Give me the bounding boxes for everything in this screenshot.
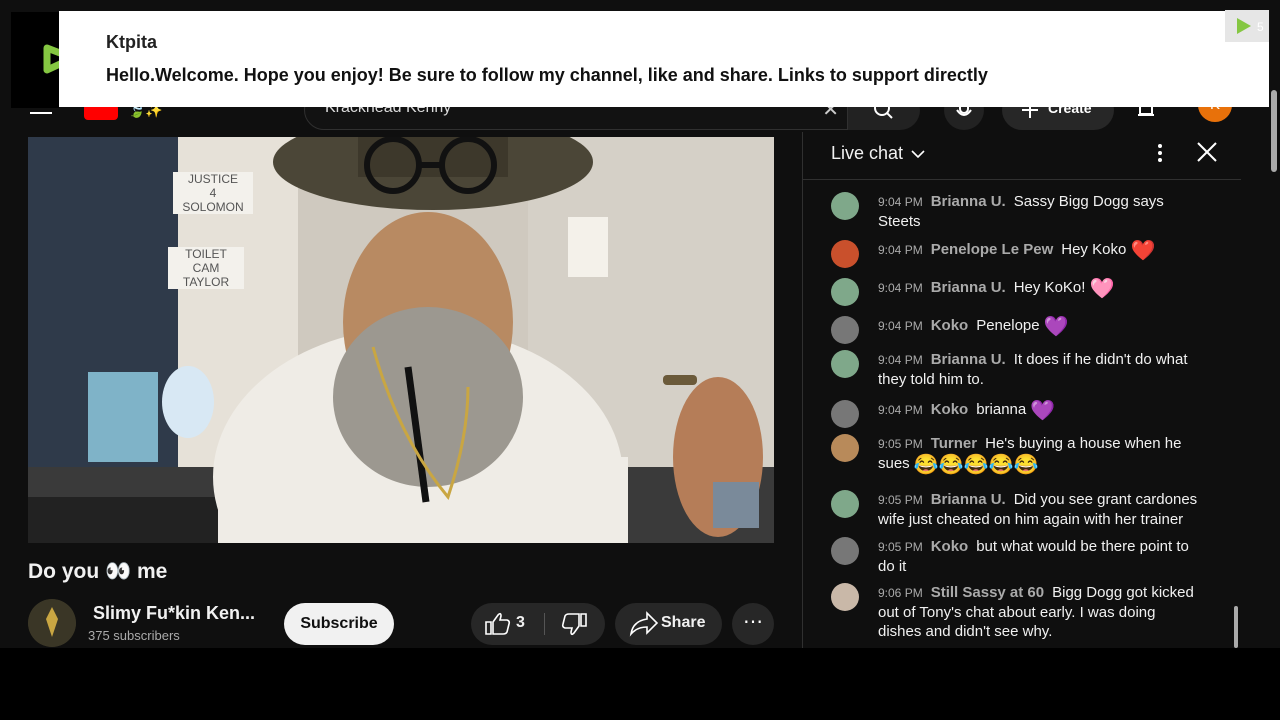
chat-text: Penelope [976, 317, 1040, 334]
chat-avatar[interactable] [831, 400, 859, 428]
thumbs-down-icon[interactable] [559, 603, 589, 645]
chat-author[interactable]: Brianna U. [931, 351, 1006, 368]
chat-author[interactable]: Still Sassy at 60 [931, 584, 1044, 601]
channel-avatar[interactable] [28, 599, 76, 647]
chat-author[interactable]: Brianna U. [931, 491, 1006, 508]
chat-message: 9:04 PM Penelope Le Pew Hey Koko ❤️ [831, 240, 1201, 268]
chat-avatar[interactable] [831, 350, 859, 378]
chat-emoji: 🩷 [1089, 278, 1115, 300]
chat-message: 9:04 PM Brianna U. Sassy Bigg Dogg says St… [831, 192, 1201, 231]
chat-timestamp: 9:04 PM [878, 281, 923, 295]
chat-author[interactable]: Brianna U. [931, 279, 1006, 296]
thumbs-up-icon[interactable] [483, 603, 513, 645]
chat-timestamp: 9:06 PM [878, 586, 923, 600]
notification-message: Hello.Welcome. Hope you enjoy! Be sure t… [106, 65, 988, 85]
chat-avatar[interactable] [831, 316, 859, 344]
chat-message: 9:05 PM Koko but what would be there point… [831, 537, 1201, 576]
chat-emoji: 💜 [1043, 316, 1069, 338]
chat-emoji: 💜 [1030, 400, 1056, 422]
like-dislike-bar: 3 [471, 603, 605, 645]
chat-timestamp: 9:04 PM [878, 195, 923, 209]
notification-sender: Ktpita [106, 32, 157, 52]
chat-message: 9:05 PM Brianna U. Did you see grant cardo… [831, 490, 1201, 529]
subscribe-button[interactable]: Subscribe [284, 603, 394, 645]
chat-scrollbar[interactable] [1234, 606, 1238, 648]
chat-author[interactable]: Penelope Le Pew [931, 241, 1054, 258]
video-frame [28, 137, 774, 543]
page-scrollbar[interactable] [1268, 76, 1280, 648]
chat-emoji: 😂😂😂😂😂 [913, 454, 1039, 476]
live-chat-panel: Live chat 9:04 PM Brianna U. Sassy Bigg Do… [802, 132, 1241, 648]
chat-author[interactable]: Koko [931, 317, 969, 334]
rumble-corner-text: 5 [1257, 20, 1264, 34]
rumble-corner-icon: 5 [1225, 10, 1269, 42]
chat-avatar[interactable] [831, 240, 859, 268]
chat-text: Hey Koko [1061, 241, 1127, 258]
channel-name[interactable]: Slimy Fu*kin Ken... [93, 603, 255, 624]
chat-text: Did you see grant cardones wife just che… [878, 491, 1198, 528]
chat-menu-icon[interactable] [1152, 142, 1168, 166]
screen: 🍃✨ Krackhead Kenny ✕ Create K [0, 0, 1280, 720]
chat-avatar[interactable] [831, 537, 859, 565]
chat-timestamp: 9:04 PM [878, 243, 923, 257]
chat-avatar[interactable] [831, 583, 859, 611]
chat-timestamp: 9:05 PM [878, 437, 923, 451]
chat-message: 9:04 PM Brianna U. Hey KoKo! 🩷 [831, 278, 1201, 306]
share-label: Share [661, 614, 706, 631]
chat-message: 9:04 PM Koko brianna 💜 [831, 400, 1201, 428]
chat-author[interactable]: Turner [931, 435, 977, 452]
chat-author[interactable]: Brianna U. [931, 193, 1006, 210]
like-divider [544, 613, 545, 635]
share-icon [629, 611, 659, 637]
video-title: Do you 👀 me [28, 560, 168, 583]
close-icon[interactable] [1195, 140, 1219, 164]
subscriber-count: 375 subscribers [88, 628, 180, 643]
chat-text: but what would be there point to do it [878, 538, 1189, 575]
chat-emoji: ❤️ [1130, 240, 1156, 262]
chat-text: brianna [976, 401, 1027, 418]
video-player[interactable]: JUSTICE 4 SOLOMON TOILET CAM TAYLOR [28, 137, 774, 543]
chat-timestamp: 9:05 PM [878, 493, 923, 507]
sign-justice: JUSTICE 4 SOLOMON [173, 172, 253, 214]
chat-avatar[interactable] [831, 434, 859, 462]
like-count[interactable]: 3 [516, 614, 525, 632]
chat-header: Live chat [803, 132, 1241, 180]
chat-timestamp: 9:04 PM [878, 403, 923, 417]
chevron-down-icon[interactable] [911, 145, 925, 165]
chat-author[interactable]: Koko [931, 538, 969, 555]
chat-timestamp: 9:04 PM [878, 319, 923, 333]
chat-avatar[interactable] [831, 192, 859, 220]
more-actions-icon[interactable]: ⋯ [732, 603, 774, 645]
chat-title[interactable]: Live chat [831, 143, 903, 164]
share-button[interactable]: Share [615, 603, 722, 645]
chat-avatar[interactable] [831, 490, 859, 518]
chat-message: 9:04 PM Brianna U. It does if he didn't do… [831, 350, 1201, 389]
chat-text: Hey KoKo! [1013, 279, 1086, 296]
sign-toilet: TOILET CAM TAYLOR [168, 247, 244, 289]
chat-avatar[interactable] [831, 278, 859, 306]
notification-banner: Ktpita Hello.Welcome. Hope you enjoy! Be… [59, 11, 1269, 107]
chat-timestamp: 9:04 PM [878, 353, 923, 367]
chat-text: It does if he didn't do what they told h… [878, 351, 1188, 388]
chat-message: 9:06 PM Still Sassy at 60 Bigg Dogg got ki… [831, 583, 1201, 641]
chat-message: 9:05 PM Turner He's buying a house when he… [831, 434, 1201, 475]
chat-timestamp: 9:05 PM [878, 540, 923, 554]
chat-message: 9:04 PM Koko Penelope 💜 [831, 316, 1201, 344]
chat-author[interactable]: Koko [931, 401, 969, 418]
